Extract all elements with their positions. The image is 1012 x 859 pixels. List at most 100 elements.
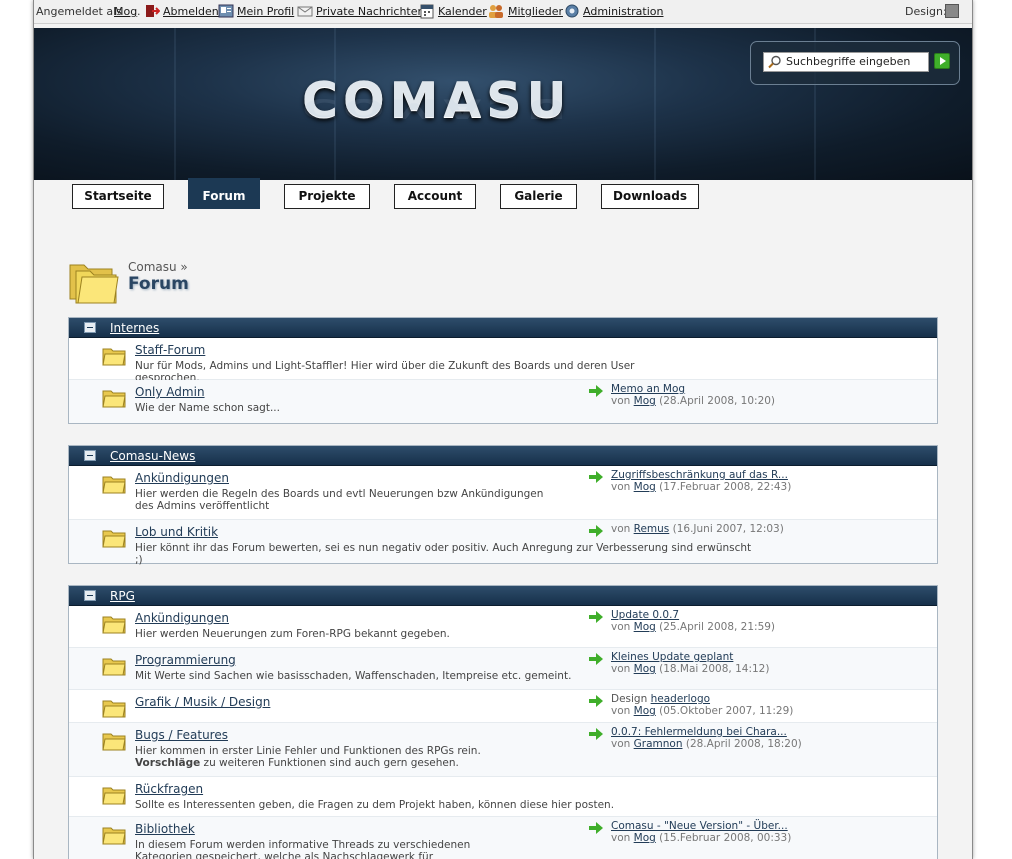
last-post-arrow-icon[interactable] (589, 471, 603, 483)
site-logo-reflection: COMASU (302, 92, 572, 124)
folder-icon (102, 348, 126, 366)
profile-icon[interactable] (218, 3, 234, 19)
breadcrumb-parent[interactable]: Comasu » (128, 260, 188, 274)
last-post-date: (28.April 2008, 10:20) (659, 395, 776, 407)
last-post-prefix: von (611, 738, 631, 750)
last-post-user[interactable]: Mog (634, 705, 656, 717)
collapse-toggle[interactable] (84, 322, 96, 333)
folder-icon (102, 658, 126, 676)
forum-title[interactable]: Bibliothek (135, 822, 195, 836)
last-post-title-line: Design headerlogo (611, 693, 710, 705)
members-link[interactable]: Mitglieder (508, 5, 563, 18)
tab-startseite[interactable]: Startseite (72, 184, 164, 209)
period-text: . (137, 5, 141, 18)
last-post-title[interactable]: Update 0.0.7 (611, 609, 679, 621)
design-swatch[interactable] (945, 4, 959, 18)
search-input[interactable] (786, 55, 926, 68)
last-post-title[interactable]: Zugriffsbeschränkung auf das R... (611, 469, 788, 481)
last-post-prefix: von (611, 705, 631, 717)
profile-link[interactable]: Mein Profil (237, 5, 294, 18)
category-header: Comasu-News (69, 446, 937, 466)
last-post-date: (18.Mai 2008, 14:12) (659, 663, 770, 675)
forum-title[interactable]: Only Admin (135, 385, 205, 399)
forum-title[interactable]: Ankündigungen (135, 471, 229, 485)
search-box (750, 41, 960, 85)
tab-forum[interactable]: Forum (188, 178, 260, 209)
forum-title[interactable]: Grafik / Musik / Design (135, 695, 270, 709)
forum-row: Bibliothek In diesem Forum werden inform… (69, 817, 937, 859)
tab-projekte[interactable]: Projekte (284, 184, 370, 209)
header-streak (174, 28, 176, 180)
last-post-arrow-icon[interactable] (589, 525, 603, 537)
category-header: Internes (69, 318, 937, 338)
last-post-user[interactable]: Mog (634, 395, 656, 407)
gear-icon[interactable] (564, 3, 580, 19)
folder-icon (102, 733, 126, 751)
tab-galerie[interactable]: Galerie (500, 184, 577, 209)
forum-title[interactable]: Staff-Forum (135, 343, 205, 357)
search-submit-button[interactable] (934, 53, 950, 69)
last-post-prefix: von (611, 832, 631, 844)
last-post-arrow-icon[interactable] (589, 695, 603, 707)
logout-link[interactable]: Abmelden (163, 5, 219, 18)
last-post-user[interactable]: Gramnon (634, 738, 683, 750)
last-post-meta: von Mog (25.April 2008, 21:59) (611, 621, 775, 633)
forum-title[interactable]: Bugs / Features (135, 728, 228, 742)
last-post-arrow-icon[interactable] (589, 611, 603, 623)
last-post-arrow-icon[interactable] (589, 728, 603, 740)
calendar-icon[interactable] (419, 3, 435, 19)
members-icon[interactable] (488, 3, 504, 19)
folder-icon (102, 700, 126, 718)
tab-account[interactable]: Account (394, 184, 476, 209)
forum-title[interactable]: Ankündigungen (135, 611, 229, 625)
forum-title[interactable]: Programmierung (135, 653, 236, 667)
search-field-wrapper (763, 52, 929, 72)
logout-icon[interactable] (144, 3, 160, 19)
last-post-date: (05.Oktober 2007, 11:29) (659, 705, 794, 717)
category-name[interactable]: Internes (110, 321, 159, 335)
page-title: Forum (128, 274, 189, 294)
forum-row: Programmierung Mit Werte sind Sachen wie… (69, 648, 937, 690)
category-name[interactable]: Comasu-News (110, 449, 195, 463)
category-name[interactable]: RPG (110, 589, 135, 603)
forum-title[interactable]: Lob und Kritik (135, 525, 218, 539)
last-post-arrow-icon[interactable] (589, 653, 603, 665)
page-wrapper: Angemeldet als Mog . Abmelden Mein Profi… (33, 0, 973, 859)
last-post-title[interactable]: headerlogo (651, 693, 710, 705)
forum-description-bold: Vorschläge (135, 757, 201, 769)
tab-downloads[interactable]: Downloads (601, 184, 699, 209)
last-post-date: (25.April 2008, 21:59) (659, 621, 776, 633)
collapse-toggle[interactable] (84, 590, 96, 601)
last-post-title[interactable]: 0.0.7: Fehlermeldung bei Chara... (611, 726, 787, 738)
collapse-toggle[interactable] (84, 450, 96, 461)
last-post-arrow-icon[interactable] (589, 385, 603, 397)
last-post-title[interactable]: Kleines Update geplant (611, 651, 733, 663)
last-post-title[interactable]: Memo an Mog (611, 383, 685, 395)
forum-description: Wie der Name schon sagt... (135, 402, 280, 414)
calendar-link[interactable]: Kalender (438, 5, 487, 18)
last-post-title-prefix: Design (611, 693, 648, 705)
administration-link[interactable]: Administration (583, 5, 664, 18)
forum-title[interactable]: Rückfragen (135, 782, 203, 796)
last-post-date: (28.April 2008, 18:20) (685, 738, 802, 750)
last-post-user[interactable]: Mog (634, 832, 656, 844)
forum-row: Lob und Kritik Hier könnt ihr das Forum … (69, 520, 937, 566)
username-link[interactable]: Mog (114, 5, 137, 18)
last-post-arrow-icon[interactable] (589, 822, 603, 834)
private-messages-link[interactable]: Private Nachrichten (316, 5, 425, 18)
folder-icon (102, 390, 126, 408)
last-post-prefix: von (611, 523, 631, 535)
last-post-user[interactable]: Mog (634, 621, 656, 633)
category-internes: Internes Staff-Forum Nur für Mods, Admin… (68, 317, 938, 424)
envelope-icon[interactable] (297, 3, 313, 19)
forum-row: Rückfragen Sollte es Interessenten geben… (69, 777, 937, 817)
logged-in-prefix: Angemeldet als (36, 5, 122, 18)
design-label: Design: (905, 5, 947, 18)
folder-icon (102, 530, 126, 548)
last-post-title[interactable]: Comasu - "Neue Version" - Über... (611, 820, 788, 832)
folder-icon (102, 476, 126, 494)
last-post-user[interactable]: Remus (634, 523, 670, 535)
search-icon (768, 55, 781, 69)
last-post-user[interactable]: Mog (634, 663, 656, 675)
last-post-user[interactable]: Mog (634, 481, 656, 493)
